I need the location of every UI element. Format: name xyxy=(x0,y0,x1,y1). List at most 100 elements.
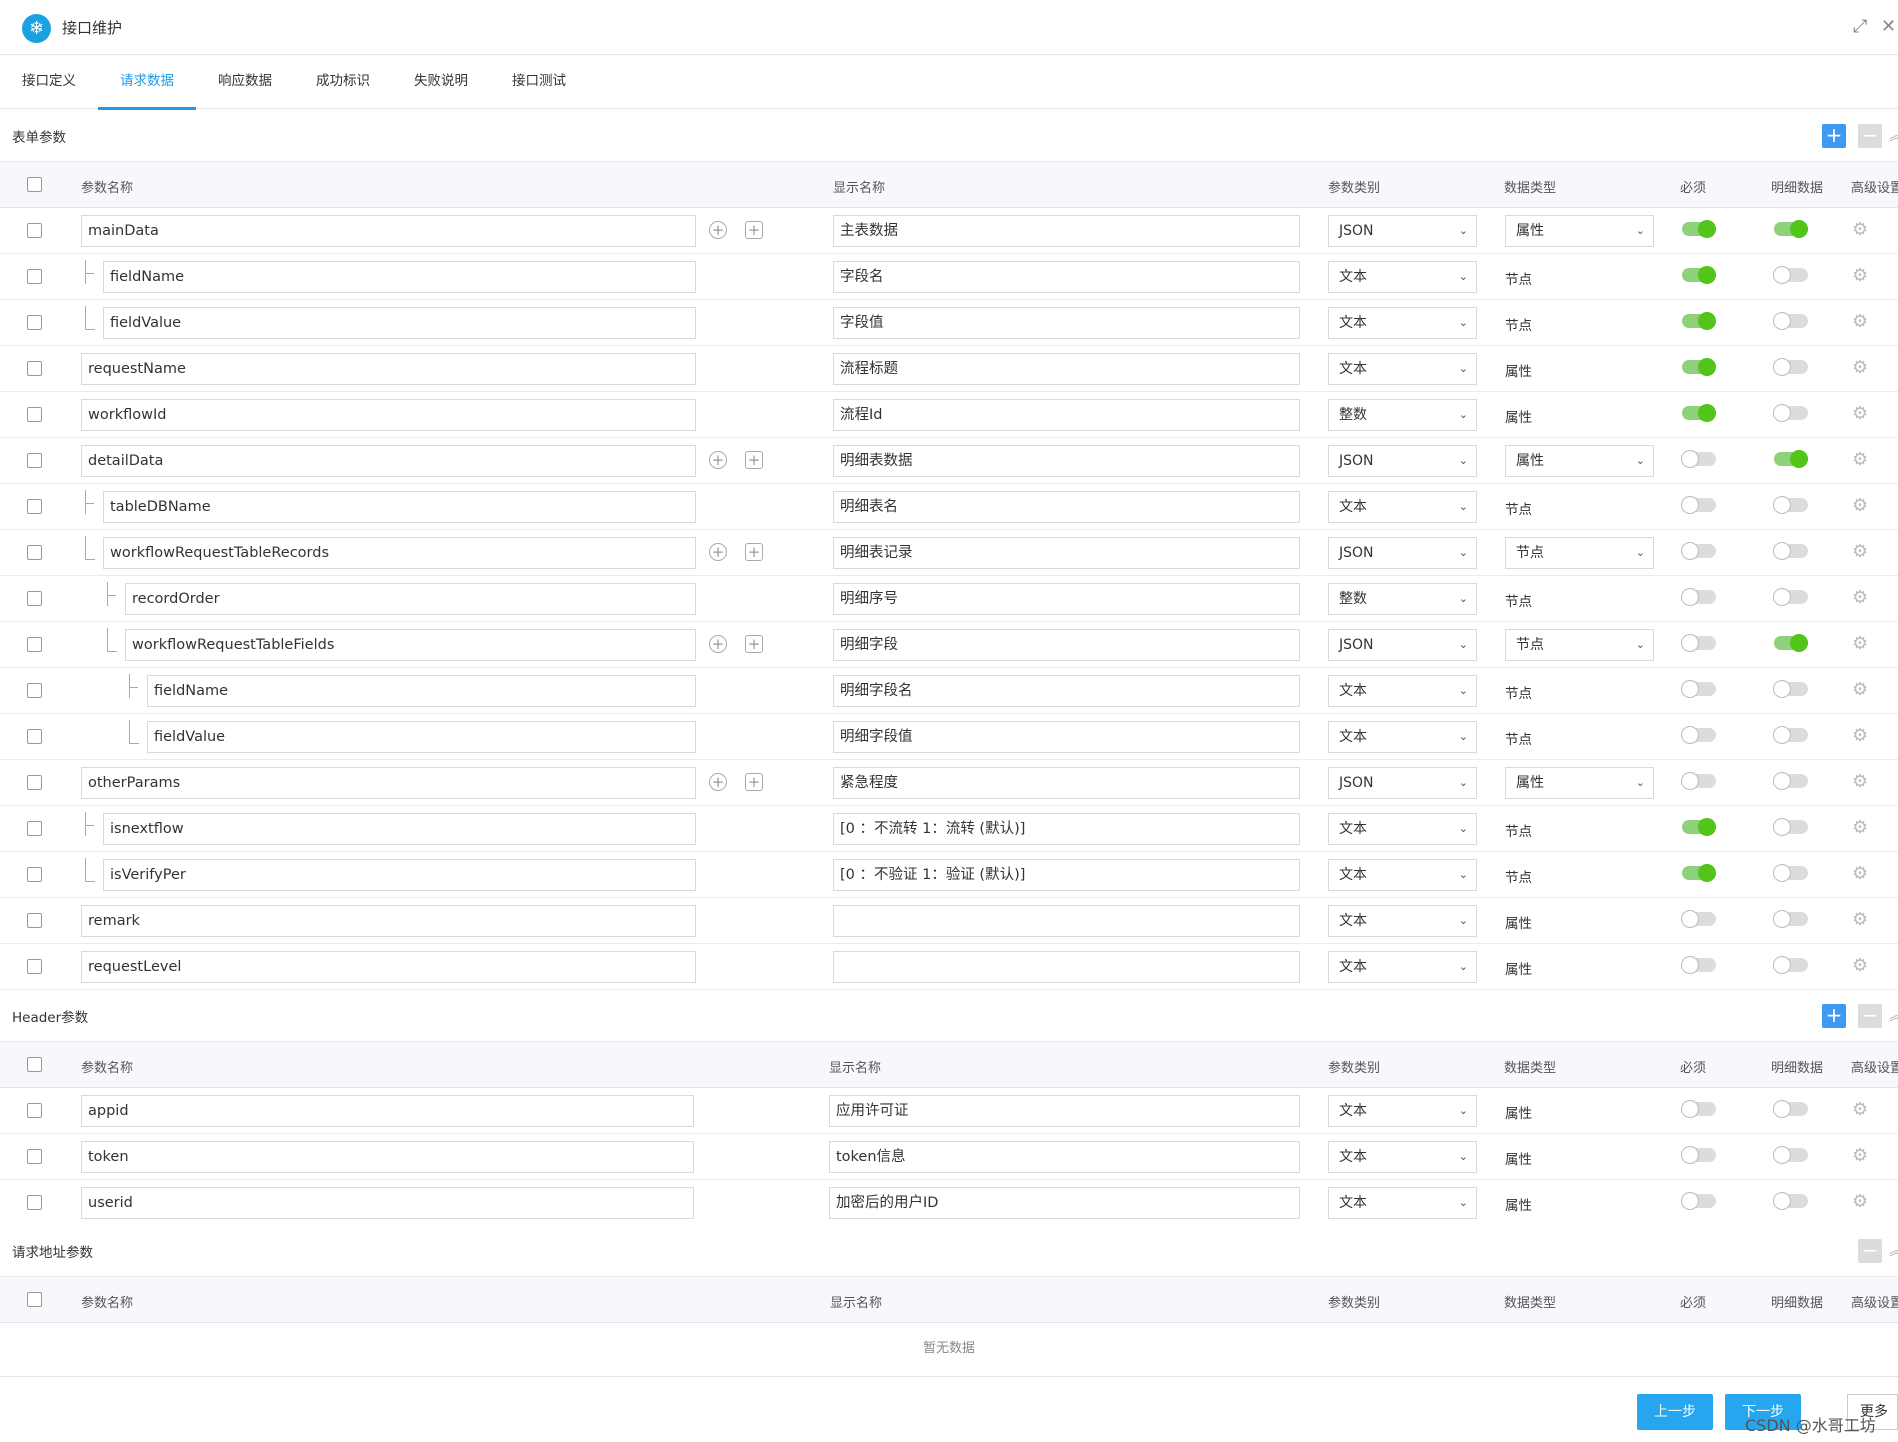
select-all-checkbox[interactable] xyxy=(27,177,42,192)
detail-data-toggle[interactable] xyxy=(1773,910,1808,928)
param-category-select[interactable]: 文本 ⌄ xyxy=(1328,307,1477,339)
required-toggle[interactable] xyxy=(1681,680,1716,698)
collapse-icon[interactable]: ︽ xyxy=(1889,1239,1898,1260)
detail-data-toggle[interactable] xyxy=(1773,726,1808,744)
param-name-input[interactable]: tableDBName xyxy=(103,491,696,523)
param-name-input[interactable]: isnextflow xyxy=(103,813,696,845)
gear-icon[interactable]: ⚙ xyxy=(1852,679,1868,700)
data-type-select[interactable]: 属性 ⌄ xyxy=(1505,767,1654,799)
param-category-select[interactable]: 文本 ⌄ xyxy=(1328,261,1477,293)
param-name-input[interactable]: token xyxy=(81,1141,694,1173)
detail-data-toggle[interactable] xyxy=(1773,588,1808,606)
row-checkbox[interactable] xyxy=(27,315,42,330)
row-checkbox[interactable] xyxy=(27,1103,42,1118)
prev-step-button[interactable]: 上一步 xyxy=(1637,1394,1713,1430)
select-all-checkbox[interactable] xyxy=(27,1057,42,1072)
param-name-input[interactable]: isVerifyPer xyxy=(103,859,696,891)
detail-data-toggle[interactable] xyxy=(1773,1100,1808,1118)
required-toggle[interactable] xyxy=(1681,1146,1716,1164)
data-type-select[interactable]: 节点 ⌄ xyxy=(1505,629,1654,661)
detail-data-toggle[interactable] xyxy=(1773,680,1808,698)
param-name-input[interactable]: detailData xyxy=(81,445,696,477)
copy-icon[interactable]: + xyxy=(745,221,763,239)
detail-data-toggle[interactable] xyxy=(1773,358,1808,376)
gear-icon[interactable]: ⚙ xyxy=(1852,403,1868,424)
required-toggle[interactable] xyxy=(1681,450,1716,468)
required-toggle[interactable] xyxy=(1682,266,1716,284)
required-toggle[interactable] xyxy=(1682,404,1716,422)
detail-data-toggle[interactable] xyxy=(1773,1192,1808,1210)
display-name-input[interactable]: 应用许可证 xyxy=(829,1095,1300,1127)
detail-data-toggle[interactable] xyxy=(1773,1146,1808,1164)
display-name-input[interactable] xyxy=(833,905,1300,937)
collapse-icon[interactable]: ︽ xyxy=(1889,124,1898,145)
param-category-select[interactable]: 文本 ⌄ xyxy=(1328,1141,1477,1173)
copy-icon[interactable]: + xyxy=(745,451,763,469)
data-type-select[interactable]: 属性 ⌄ xyxy=(1505,215,1654,247)
row-checkbox[interactable] xyxy=(27,913,42,928)
display-name-input[interactable]: 字段名 xyxy=(833,261,1300,293)
required-toggle[interactable] xyxy=(1681,956,1716,974)
display-name-input[interactable]: 明细表记录 xyxy=(833,537,1300,569)
display-name-input[interactable]: [0 ：不验证 1：验证 (默认)] xyxy=(833,859,1300,891)
param-category-select[interactable]: JSON ⌄ xyxy=(1328,445,1477,477)
gear-icon[interactable]: ⚙ xyxy=(1852,587,1868,608)
param-name-input[interactable]: requestName xyxy=(81,353,696,385)
required-toggle[interactable] xyxy=(1682,358,1716,376)
display-name-input[interactable]: [0 ：不流转 1：流转 (默认)] xyxy=(833,813,1300,845)
detail-data-toggle[interactable] xyxy=(1773,818,1808,836)
param-category-select[interactable]: 文本 ⌄ xyxy=(1328,951,1477,983)
required-toggle[interactable] xyxy=(1681,910,1716,928)
tab-interface-definition[interactable]: 接口定义 xyxy=(0,55,98,109)
data-type-select[interactable]: 节点 ⌄ xyxy=(1505,537,1654,569)
row-checkbox[interactable] xyxy=(27,1149,42,1164)
required-toggle[interactable] xyxy=(1681,1100,1716,1118)
tab-success-flag[interactable]: 成功标识 xyxy=(294,55,392,109)
detail-data-toggle[interactable] xyxy=(1773,542,1808,560)
display-name-input[interactable]: 主表数据 xyxy=(833,215,1300,247)
detail-data-toggle[interactable] xyxy=(1773,266,1808,284)
row-checkbox[interactable] xyxy=(27,591,42,606)
param-name-input[interactable]: fieldName xyxy=(147,675,696,707)
row-checkbox[interactable] xyxy=(27,775,42,790)
tab-interface-test[interactable]: 接口测试 xyxy=(490,55,588,109)
param-category-select[interactable]: 文本 ⌄ xyxy=(1328,813,1477,845)
required-toggle[interactable] xyxy=(1681,588,1716,606)
gear-icon[interactable]: ⚙ xyxy=(1852,1145,1868,1166)
tab-request-data[interactable]: 请求数据 xyxy=(98,55,196,110)
param-category-select[interactable]: JSON ⌄ xyxy=(1328,537,1477,569)
gear-icon[interactable]: ⚙ xyxy=(1852,357,1868,378)
param-name-input[interactable]: requestLevel xyxy=(81,951,696,983)
tab-response-data[interactable]: 响应数据 xyxy=(196,55,294,109)
detail-data-toggle[interactable] xyxy=(1774,634,1808,652)
row-checkbox[interactable] xyxy=(27,269,42,284)
display-name-input[interactable]: 紧急程度 xyxy=(833,767,1300,799)
add-child-icon[interactable]: + xyxy=(709,773,727,791)
display-name-input[interactable]: 流程Id xyxy=(833,399,1300,431)
gear-icon[interactable]: ⚙ xyxy=(1852,311,1868,332)
gear-icon[interactable]: ⚙ xyxy=(1852,219,1868,240)
required-toggle[interactable] xyxy=(1681,772,1716,790)
detail-data-toggle[interactable] xyxy=(1774,220,1808,238)
row-checkbox[interactable] xyxy=(27,223,42,238)
param-name-input[interactable]: mainData xyxy=(81,215,696,247)
collapse-icon[interactable]: ︽ xyxy=(1889,1004,1898,1025)
maximize-icon[interactable]: ⤢ xyxy=(1853,16,1867,37)
param-name-input[interactable]: fieldValue xyxy=(103,307,696,339)
row-checkbox[interactable] xyxy=(27,729,42,744)
required-toggle[interactable] xyxy=(1682,312,1716,330)
delete-row-button[interactable]: − xyxy=(1858,124,1882,148)
param-category-select[interactable]: 文本 ⌄ xyxy=(1328,353,1477,385)
row-checkbox[interactable] xyxy=(27,499,42,514)
delete-row-button[interactable]: − xyxy=(1858,1239,1882,1263)
add-row-button[interactable]: + xyxy=(1822,1004,1846,1028)
gear-icon[interactable]: ⚙ xyxy=(1852,495,1868,516)
add-child-icon[interactable]: + xyxy=(709,451,727,469)
param-category-select[interactable]: 文本 ⌄ xyxy=(1328,721,1477,753)
row-checkbox[interactable] xyxy=(27,959,42,974)
gear-icon[interactable]: ⚙ xyxy=(1852,265,1868,286)
add-child-icon[interactable]: + xyxy=(709,635,727,653)
display-name-input[interactable]: 明细字段名 xyxy=(833,675,1300,707)
param-name-input[interactable]: fieldValue xyxy=(147,721,696,753)
gear-icon[interactable]: ⚙ xyxy=(1852,909,1868,930)
